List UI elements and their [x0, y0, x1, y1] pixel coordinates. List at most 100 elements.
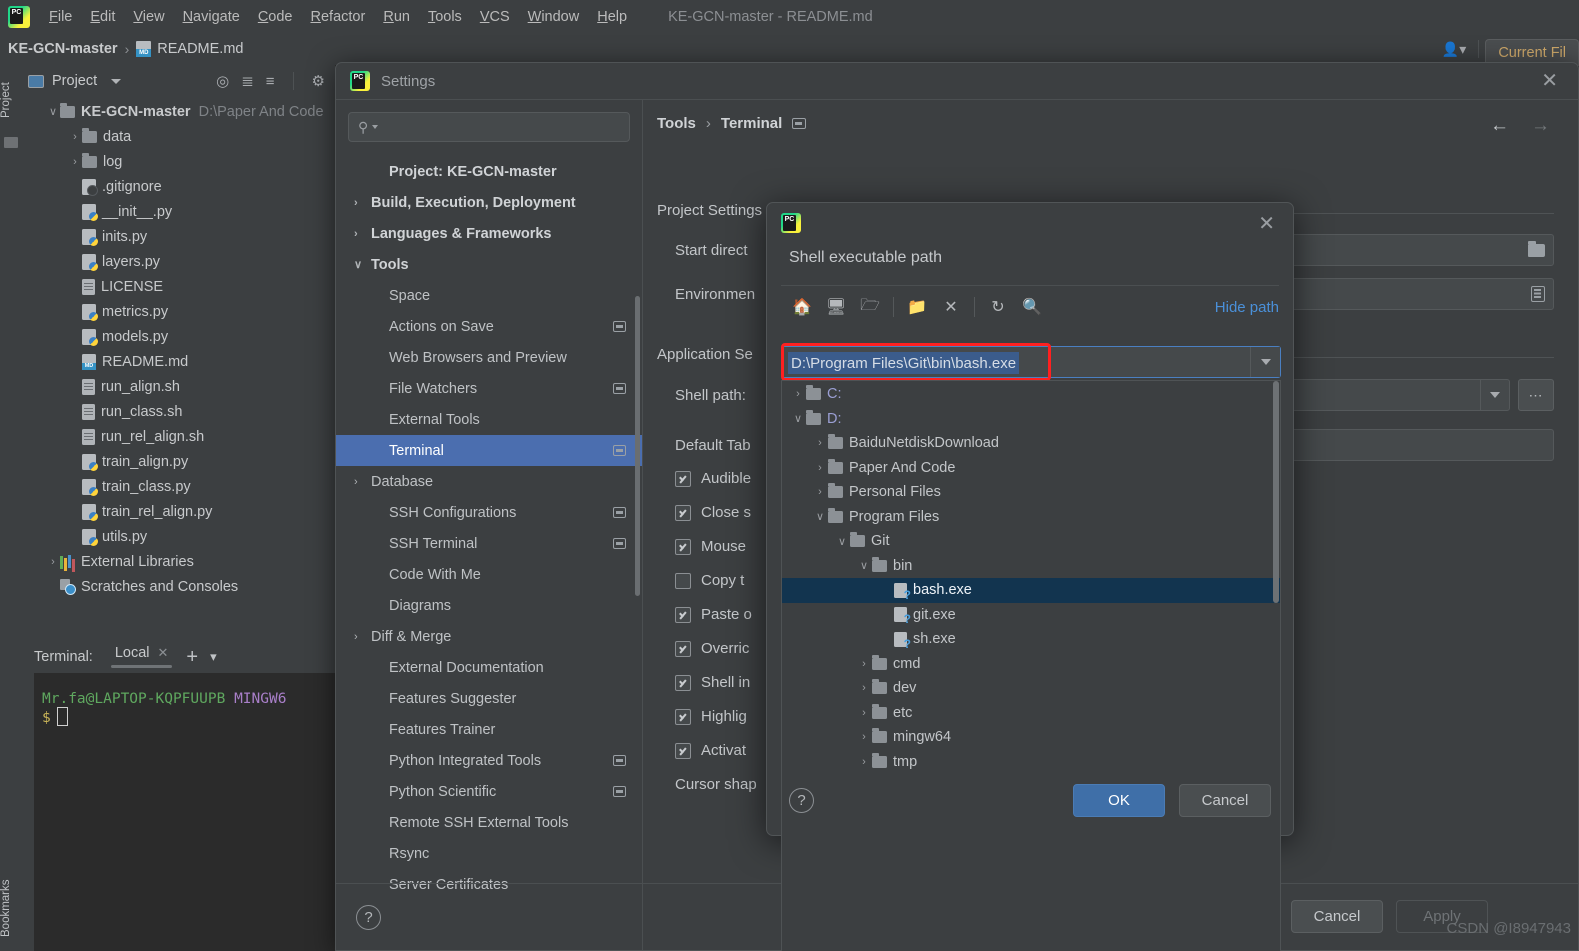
menu-item-vcs[interactable]: VCS	[471, 6, 519, 28]
shell-path-browse-button[interactable]: ⋯	[1518, 379, 1554, 411]
terminal-option-checkbox-row[interactable]: Mouse	[675, 538, 746, 555]
close-icon[interactable]: ✕	[158, 645, 169, 661]
breadcrumb-file[interactable]: README.md	[136, 41, 243, 57]
list-edit-icon[interactable]	[1531, 286, 1545, 302]
settings-tree-item-ssh-configurations[interactable]: SSH Configurations	[336, 497, 642, 528]
help-icon[interactable]: ?	[789, 788, 814, 813]
chevron-right-icon[interactable]: ›	[790, 388, 806, 400]
hide-path-link[interactable]: Hide path	[1215, 299, 1279, 316]
terminal-tab-local[interactable]: Local ✕	[110, 645, 173, 668]
project-tree-item[interactable]: .gitignore	[22, 174, 335, 199]
menu-item-code[interactable]: Code	[249, 6, 302, 28]
settings-tree-item-external-tools[interactable]: External Tools	[336, 404, 642, 435]
checkbox-checked-icon[interactable]	[675, 708, 691, 725]
project-file-tree[interactable]: ∨ KE-GCN-master D:\Paper And Code › data › log…	[22, 97, 335, 599]
file-chooser-tree[interactable]: › C: ∨ D: › BaiduNetdiskDownload › Paper And Co…	[782, 381, 1280, 774]
menu-item-tools[interactable]: Tools	[419, 6, 471, 28]
chevron-down-icon[interactable]: ∨	[790, 412, 806, 425]
settings-category-tree[interactable]: Project: KE-GCN-master › Build, Execution,…	[336, 156, 642, 900]
desktop-icon[interactable]: 🖥	[819, 294, 853, 320]
settings-tree-item-python-integrated-tools[interactable]: Python Integrated Tools	[336, 745, 642, 776]
chevron-right-icon[interactable]: ›	[354, 228, 371, 240]
file-chooser-tree-item[interactable]: › BaiduNetdiskDownload	[782, 431, 1280, 456]
checkbox-checked-icon[interactable]	[675, 504, 691, 521]
settings-tree-item-features-trainer[interactable]: Features Trainer	[336, 714, 642, 745]
gear-icon[interactable]: ⚙	[312, 74, 325, 89]
settings-search-box[interactable]: ⚲	[348, 112, 630, 142]
file-chooser-tree-item[interactable]: ∨ bin	[782, 554, 1280, 579]
project-panel-title[interactable]: Project	[28, 73, 122, 89]
project-tree-item[interactable]: › External Libraries	[22, 549, 335, 574]
chevron-right-icon[interactable]: ›	[68, 156, 82, 168]
settings-tree-item-web-browsers-and-preview[interactable]: Web Browsers and Preview	[336, 342, 642, 373]
expand-all-icon[interactable]: ≣	[241, 74, 254, 89]
settings-tree-item-tools[interactable]: ∨ Tools	[336, 249, 642, 280]
collapse-all-icon[interactable]: ≡	[266, 74, 275, 89]
terminal-option-checkbox-row[interactable]: Overric	[675, 640, 749, 657]
new-terminal-icon[interactable]: +	[186, 647, 198, 667]
settings-tree-item-build-execution-deployment[interactable]: › Build, Execution, Deployment	[336, 187, 642, 218]
project-tree-item[interactable]: ∨ KE-GCN-master D:\Paper And Code	[22, 99, 335, 124]
chevron-right-icon[interactable]: ›	[354, 197, 371, 209]
close-icon[interactable]: ✕	[1258, 211, 1275, 236]
chevron-right-icon[interactable]: ›	[856, 707, 872, 719]
file-chooser-tree-item[interactable]: › Personal Files	[782, 480, 1280, 505]
file-chooser-path-dropdown[interactable]	[1250, 347, 1280, 377]
menu-item-navigate[interactable]: Navigate	[174, 6, 249, 28]
file-chooser-tree-item[interactable]: bash.exe	[782, 578, 1280, 603]
terminal-option-checkbox-row[interactable]: Highlig	[675, 708, 747, 725]
menu-item-help[interactable]: Help	[588, 6, 636, 28]
chevron-right-icon[interactable]: ›	[46, 556, 60, 568]
project-tree-item[interactable]: run_class.sh	[22, 399, 335, 424]
terminal-option-checkbox-row[interactable]: Paste o	[675, 606, 752, 623]
file-chooser-tree-item[interactable]: sh.exe	[782, 627, 1280, 652]
settings-cancel-button[interactable]: Cancel	[1291, 900, 1383, 933]
project-tree-item[interactable]: › log	[22, 149, 335, 174]
chevron-right-icon[interactable]: ›	[812, 437, 828, 449]
settings-tree-item-ssh-terminal[interactable]: SSH Terminal	[336, 528, 642, 559]
settings-tree-item-rsync[interactable]: Rsync	[336, 838, 642, 869]
settings-tree-item-external-documentation[interactable]: External Documentation	[336, 652, 642, 683]
project-tree-item[interactable]: LICENSE	[22, 274, 335, 299]
chevron-right-icon[interactable]: ›	[856, 731, 872, 743]
settings-tree-item-space[interactable]: Space	[336, 280, 642, 311]
checkbox-checked-icon[interactable]	[675, 742, 691, 759]
back-arrow-icon[interactable]: ←	[1490, 115, 1509, 137]
folder-browse-icon[interactable]	[1528, 240, 1545, 257]
delete-icon[interactable]: ✕	[934, 294, 968, 320]
locate-file-icon[interactable]: ◎	[216, 74, 229, 89]
menu-item-window[interactable]: Window	[519, 6, 589, 28]
chevron-down-icon[interactable]	[372, 125, 379, 129]
project-tree-item[interactable]: __init__.py	[22, 199, 335, 224]
chevron-right-icon[interactable]: ›	[856, 756, 872, 768]
project-tree-item[interactable]: layers.py	[22, 249, 335, 274]
settings-tree-item-code-with-me[interactable]: Code With Me	[336, 559, 642, 590]
close-icon[interactable]: ✕	[1541, 71, 1558, 91]
project-tree-item[interactable]: Scratches and Consoles	[22, 574, 335, 599]
chevron-down-icon[interactable]: ∨	[834, 535, 850, 548]
terminal-option-checkbox-row[interactable]: Close s	[675, 504, 751, 521]
settings-tree-item-terminal[interactable]: Terminal	[336, 435, 642, 466]
file-chooser-tree-item[interactable]: ∨ Program Files	[782, 505, 1280, 530]
settings-tree-item-remote-ssh-external-tools[interactable]: Remote SSH External Tools	[336, 807, 642, 838]
chevron-down-icon[interactable]: ∨	[354, 258, 371, 271]
terminal-option-checkbox-row[interactable]: Activat	[675, 742, 746, 759]
file-chooser-tree-item[interactable]: › etc	[782, 701, 1280, 726]
project-tree-item[interactable]: inits.py	[22, 224, 335, 249]
file-chooser-tree-item[interactable]: ∨ Git	[782, 529, 1280, 554]
chevron-right-icon[interactable]: ›	[354, 631, 371, 643]
project-tree-item[interactable]: models.py	[22, 324, 335, 349]
settings-tree-item-server-certificates[interactable]: Server Certificates	[336, 869, 642, 900]
checkbox-checked-icon[interactable]	[675, 470, 691, 487]
file-chooser-tree-item[interactable]: › Paper And Code	[782, 456, 1280, 481]
show-hidden-icon[interactable]: 🔍	[1015, 294, 1049, 320]
settings-tree-item-python-scientific[interactable]: Python Scientific	[336, 776, 642, 807]
checkbox-checked-icon[interactable]	[675, 640, 691, 657]
menu-item-run[interactable]: Run	[374, 6, 419, 28]
file-chooser-tree-item[interactable]: › dev	[782, 676, 1280, 701]
settings-tree-item-actions-on-save[interactable]: Actions on Save	[336, 311, 642, 342]
chevron-down-icon[interactable]	[111, 78, 122, 84]
menu-item-refactor[interactable]: Refactor	[302, 6, 375, 28]
project-tree-item[interactable]: train_align.py	[22, 449, 335, 474]
chevron-down-icon[interactable]: ∨	[46, 105, 60, 118]
